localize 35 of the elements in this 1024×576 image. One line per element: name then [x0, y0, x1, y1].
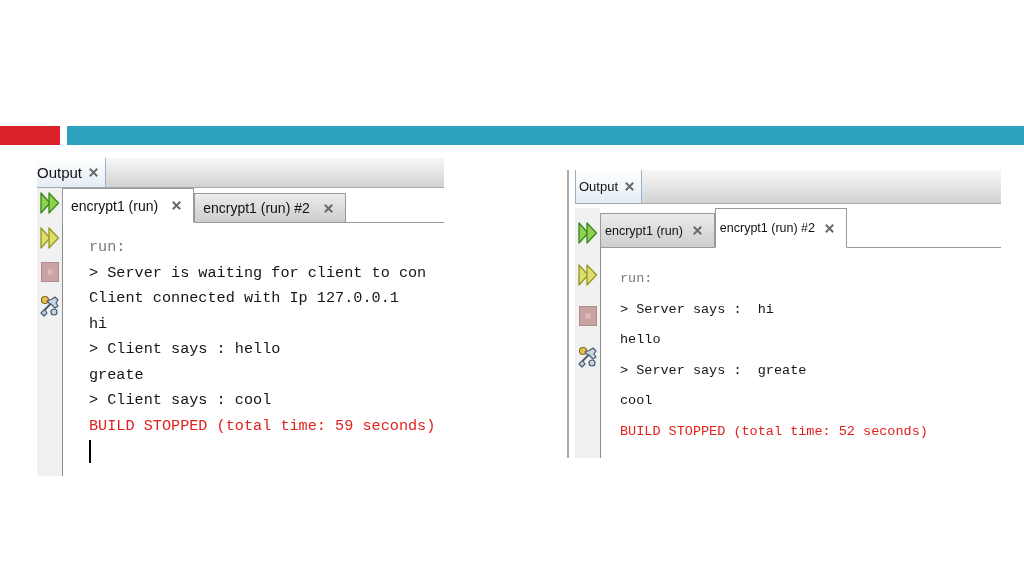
close-icon[interactable] — [172, 201, 182, 210]
console-line: > Client says : hello — [89, 339, 281, 360]
output-tab[interactable]: Output — [37, 158, 107, 187]
console-line: greate — [89, 364, 144, 386]
stop-icon[interactable] — [578, 306, 597, 326]
console-line: BUILD STOPPED (total time: 52 seconds) — [620, 422, 928, 441]
console-line: > Server says : hi — [620, 300, 774, 319]
double-arrow-icon[interactable] — [39, 227, 60, 249]
run-tab[interactable]: encrypt1 (run) #2 — [714, 208, 847, 248]
console-line: run: — [89, 237, 126, 258]
close-icon[interactable] — [692, 226, 702, 235]
console-line: Client connected with Ip 127.0.0.1 — [89, 288, 399, 309]
console-line: hi — [89, 313, 108, 335]
settings-icon[interactable] — [577, 346, 598, 368]
accent-bar — [0, 126, 60, 145]
console-line: > Server says : greate — [620, 361, 807, 380]
run-tab[interactable]: encrypt1 (run) — [600, 213, 715, 248]
console-line: BUILD STOPPED (total time: 59 seconds) — [89, 415, 436, 437]
double-arrow-icon[interactable] — [577, 222, 598, 244]
close-icon[interactable] — [825, 223, 834, 233]
console-line: cool — [620, 392, 653, 411]
output-tab[interactable]: Output — [575, 170, 643, 203]
console-line: > Server is waiting for client to con — [89, 262, 427, 284]
double-arrow-icon[interactable] — [577, 264, 598, 286]
close-icon[interactable] — [625, 182, 635, 191]
double-arrow-icon[interactable] — [39, 192, 60, 214]
console-line: > Client says : cool — [89, 390, 272, 411]
console-line: run: — [620, 270, 653, 288]
console-line: hello — [620, 331, 661, 350]
close-icon[interactable] — [89, 168, 99, 177]
run-tab[interactable]: encrypt1 (run) — [62, 188, 195, 223]
run-tab[interactable]: encrypt1 (run) #2 — [194, 193, 346, 223]
close-icon[interactable] — [323, 203, 333, 213]
stop-icon[interactable] — [40, 262, 59, 282]
settings-icon[interactable] — [39, 295, 60, 317]
